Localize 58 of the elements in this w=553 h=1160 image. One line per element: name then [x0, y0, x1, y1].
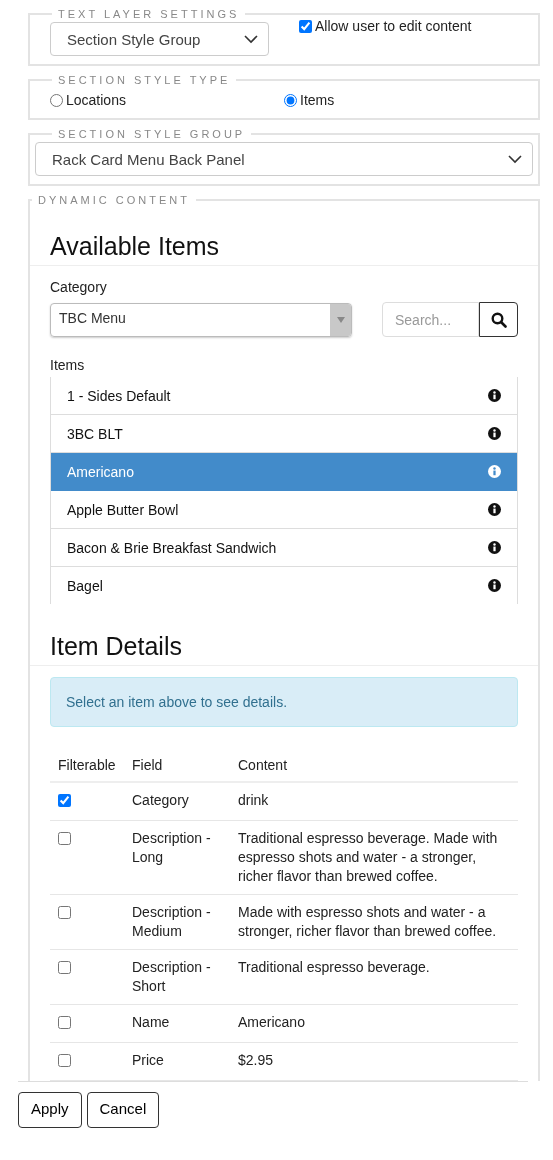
- column-header: Filterable: [50, 749, 124, 782]
- radio-label: Locations: [66, 92, 126, 108]
- section-legend: SECTION STYLE TYPE: [52, 74, 237, 86]
- table-cell: Made with espresso shots and water - a stronger, richer flavor than brewed coffee.: [230, 894, 518, 950]
- radio-button[interactable]: [284, 93, 297, 107]
- table-cell: Description - Medium: [124, 894, 230, 950]
- section-legend: DYNAMIC CONTENT: [32, 194, 196, 206]
- info-icon: [488, 389, 501, 402]
- group-select[interactable]: Rack Card Menu Back Panel: [35, 142, 533, 176]
- caret-down-icon: [336, 316, 345, 323]
- radio-label: Items: [300, 92, 335, 108]
- info-alert: Select an item above to see details.: [50, 677, 518, 727]
- search-field[interactable]: Search...: [382, 302, 479, 337]
- section-heading: Available Items: [30, 232, 538, 266]
- column-header: Field: [124, 749, 230, 782]
- filterable-checkbox[interactable]: [58, 906, 71, 919]
- action-button[interactable]: Cancel: [86, 1092, 160, 1128]
- list-item[interactable]: 1 - Sides Default: [51, 377, 517, 415]
- style-select[interactable]: Section Style Group: [50, 22, 269, 56]
- action-button[interactable]: Apply: [18, 1092, 82, 1128]
- table-cell: Price: [124, 1042, 230, 1081]
- info-icon: [488, 579, 501, 592]
- checkbox-label: Allow user to edit content: [315, 18, 472, 34]
- table-cell: $2.95: [230, 1042, 518, 1081]
- table-cell: Traditional espresso beverage. Made with espresso shots and water - a stronger, richer flavor than brewed coffee.: [230, 820, 518, 895]
- allow-edit-checkbox[interactable]: [299, 19, 312, 33]
- field-label: Items: [50, 357, 86, 373]
- filterable-checkbox[interactable]: [58, 1016, 71, 1029]
- section-legend: SECTION STYLE GROUP: [52, 128, 252, 140]
- search-button[interactable]: [479, 302, 518, 337]
- radio-button[interactable]: [50, 93, 63, 107]
- info-icon: [488, 465, 501, 478]
- list-item[interactable]: Bagel: [51, 567, 517, 604]
- table-cell: Description - Short: [124, 949, 230, 1005]
- filterable-checkbox[interactable]: [58, 1054, 71, 1067]
- category-select[interactable]: TBC Menu: [50, 302, 352, 337]
- section-heading: Item Details: [30, 632, 538, 666]
- section-legend: TEXT LAYER SETTINGS: [52, 8, 246, 20]
- search-icon: [490, 311, 507, 328]
- info-icon: [488, 503, 501, 516]
- list-item[interactable]: Americano: [51, 453, 517, 491]
- filterable-checkbox[interactable]: [58, 961, 71, 974]
- field-label: Category: [50, 279, 108, 295]
- table-cell: Traditional espresso beverage.: [230, 949, 518, 1005]
- table-cell: Description - Long: [124, 820, 230, 895]
- column-header: Content: [230, 749, 518, 782]
- info-icon: [488, 541, 501, 554]
- filterable-checkbox[interactable]: [58, 794, 71, 807]
- table-cell: Category: [124, 782, 230, 821]
- chevron-down-icon: [508, 154, 522, 164]
- chevron-down-icon: [244, 34, 258, 44]
- info-icon: [488, 427, 501, 440]
- list-item[interactable]: Bacon & Brie Breakfast Sandwich: [51, 529, 517, 567]
- table-cell: drink: [230, 782, 518, 821]
- table-cell: Name: [124, 1004, 230, 1043]
- list-item[interactable]: Apple Butter Bowl: [51, 491, 517, 529]
- table-cell: Americano: [230, 1004, 518, 1043]
- filterable-checkbox[interactable]: [58, 832, 71, 845]
